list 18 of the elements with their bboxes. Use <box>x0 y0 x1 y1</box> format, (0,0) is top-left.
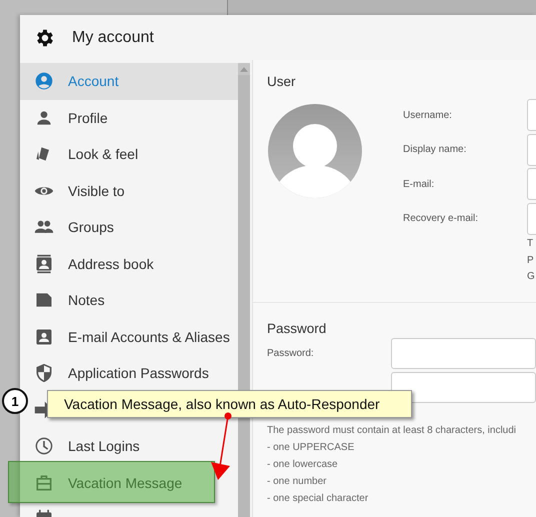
section-heading: Password <box>267 321 328 336</box>
field-label: Display name: <box>403 144 468 156</box>
field-label: Username: <box>403 110 453 121</box>
help-text: G <box>527 270 536 284</box>
rule-text: - one number <box>267 475 328 489</box>
section-heading: User <box>267 74 297 89</box>
rule-text: - one UPPERCASE <box>267 441 356 455</box>
help-text: T <box>527 237 534 251</box>
field-label: E-mail: <box>403 178 436 190</box>
step-number-badge: 1 <box>2 388 28 414</box>
field-label: Recovery e-mail: <box>403 213 480 224</box>
field-label: Password: <box>267 348 314 358</box>
callout-tooltip: Vacation Message, also known as Auto-Responder <box>47 390 412 418</box>
rule-text: The password must contain at least 8 characters, includi <box>267 424 518 438</box>
rule-text: - one lowercase <box>267 458 339 472</box>
help-text: P <box>527 254 535 268</box>
window-title: My account <box>72 28 154 46</box>
rule-text: - one special character <box>267 492 370 506</box>
